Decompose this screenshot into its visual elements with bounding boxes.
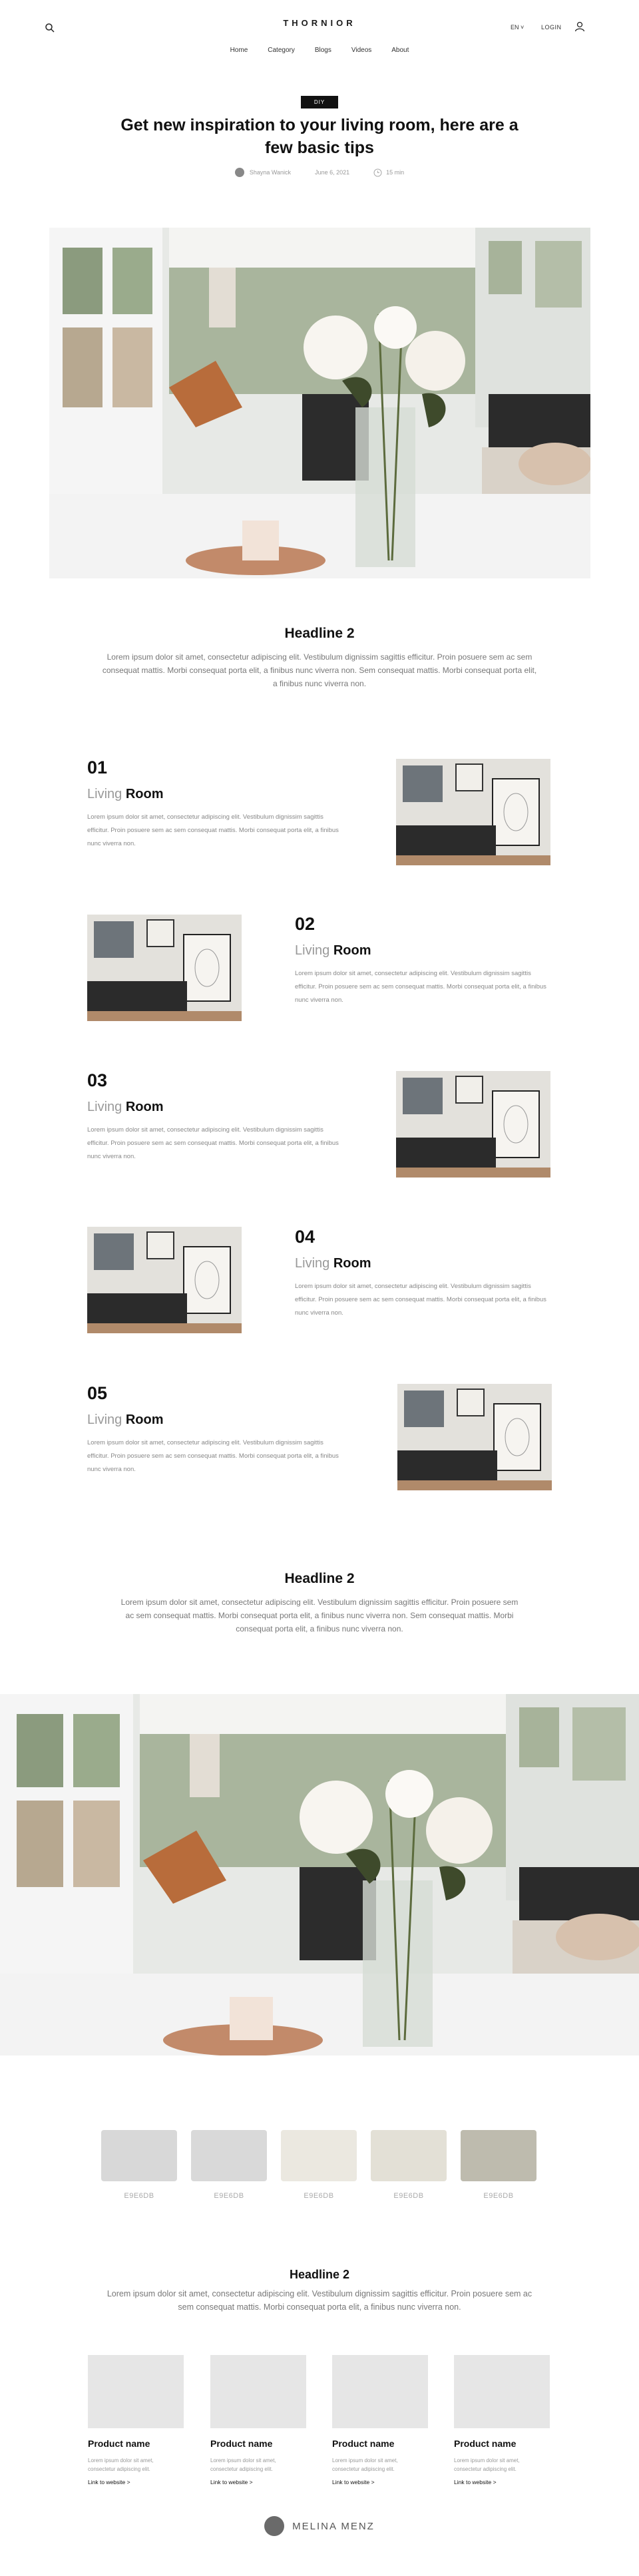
feature-title-bold: Room xyxy=(125,787,164,801)
hero-photo xyxy=(49,228,590,578)
feature-text: Lorem ipsum dolor sit amet, consectetur … xyxy=(295,1283,546,1317)
language-selector[interactable]: EN ˅ xyxy=(511,24,524,31)
product-image[interactable] xyxy=(454,2355,550,2428)
color-swatch xyxy=(371,2130,447,2181)
product-name: Product name xyxy=(332,2438,395,2449)
feature-image xyxy=(396,759,550,865)
feature-number: 02 xyxy=(295,914,316,934)
feature-number: 03 xyxy=(87,1070,108,1090)
author-name[interactable]: Shayna Wanick xyxy=(250,169,291,176)
color-swatch xyxy=(461,2130,536,2181)
product-name: Product name xyxy=(454,2438,517,2449)
product-link[interactable]: Link to website > xyxy=(88,2479,130,2485)
feature-image xyxy=(396,1071,550,1178)
swatch-label: E9E6DB xyxy=(483,2192,514,2200)
product-image[interactable] xyxy=(332,2355,428,2428)
read-time: 15 min xyxy=(386,169,405,176)
feature-title-light: Living xyxy=(87,1100,122,1114)
author-avatar xyxy=(264,2516,285,2536)
author-signature: MELINA MENZ xyxy=(0,2516,639,2536)
feature-title: Living Room xyxy=(87,787,164,802)
swatch-label: E9E6DB xyxy=(304,2192,334,2200)
feature-image xyxy=(87,915,242,1021)
product-description: Lorem ipsum dolor sit amet, consectetur … xyxy=(332,2458,398,2472)
product-name: Product name xyxy=(88,2438,150,2449)
feature-number: 01 xyxy=(87,757,108,777)
main-nav: Home Category Blogs Videos About xyxy=(0,47,639,54)
feature-title: Living Room xyxy=(295,1256,371,1271)
feature-text: Lorem ipsum dolor sit amet, consectetur … xyxy=(87,1126,339,1160)
nav-item-home[interactable]: Home xyxy=(230,47,248,54)
section-headline: Headline 2 xyxy=(284,1571,355,1586)
feature-text: Lorem ipsum dolor sit amet, consectetur … xyxy=(87,813,339,847)
product-description: Lorem ipsum dolor sit amet, consectetur … xyxy=(88,2458,154,2472)
product-image[interactable] xyxy=(88,2355,184,2428)
product-link[interactable]: Link to website > xyxy=(332,2479,375,2485)
nav-item-about[interactable]: About xyxy=(391,47,409,54)
swatch-label: E9E6DB xyxy=(124,2192,154,2200)
feature-title-bold: Room xyxy=(125,1100,164,1114)
swatch-label: E9E6DB xyxy=(214,2192,244,2200)
feature-image xyxy=(87,1227,242,1333)
product-link[interactable]: Link to website > xyxy=(210,2479,253,2485)
publish-date: June 6, 2021 xyxy=(315,169,350,176)
feature-title-light: Living xyxy=(87,787,122,801)
feature-title-bold: Room xyxy=(333,1256,371,1271)
product-description: Lorem ipsum dolor sit amet, consectetur … xyxy=(454,2458,520,2472)
feature-image xyxy=(397,1384,552,1490)
author-name[interactable]: MELINA MENZ xyxy=(292,2521,375,2532)
full-width-photo xyxy=(0,1694,639,2055)
color-swatch xyxy=(101,2130,177,2181)
feature-title-bold: Room xyxy=(125,1412,164,1427)
product-link[interactable]: Link to website > xyxy=(454,2479,497,2485)
feature-text: Lorem ipsum dolor sit amet, consectetur … xyxy=(87,1439,339,1473)
section-headline: Headline 2 xyxy=(284,626,355,641)
user-icon[interactable] xyxy=(574,21,586,33)
feature-title: Living Room xyxy=(87,1412,164,1428)
category-badge[interactable]: DIY xyxy=(301,96,338,108)
section-text: Lorem ipsum dolor sit amet, consectetur … xyxy=(102,652,537,688)
feature-title: Living Room xyxy=(295,943,371,959)
article-title: Get new inspiration to your living room,… xyxy=(120,116,519,157)
section-text: Lorem ipsum dolor sit amet, consectetur … xyxy=(120,1598,519,1633)
login-link[interactable]: LOGIN xyxy=(541,24,562,31)
feature-title: Living Room xyxy=(87,1100,164,1115)
article-meta: Shayna Wanick June 6, 2021 15 min xyxy=(0,168,639,177)
nav-item-category[interactable]: Category xyxy=(268,47,295,54)
feature-title-light: Living xyxy=(295,943,330,958)
nav-item-blogs[interactable]: Blogs xyxy=(315,47,331,54)
feature-text: Lorem ipsum dolor sit amet, consectetur … xyxy=(295,970,546,1004)
product-description: Lorem ipsum dolor sit amet, consectetur … xyxy=(210,2458,276,2472)
color-swatch xyxy=(191,2130,267,2181)
site-header: THORNIOR Home Category Blogs Videos Abou… xyxy=(0,0,639,67)
section-headline: Headline 2 xyxy=(289,2268,350,2281)
feature-title-bold: Room xyxy=(333,943,371,958)
clock-icon xyxy=(373,168,382,176)
feature-number: 05 xyxy=(87,1383,108,1403)
feature-title-light: Living xyxy=(87,1412,122,1427)
author-avatar xyxy=(234,168,244,177)
product-image[interactable] xyxy=(210,2355,306,2428)
product-name: Product name xyxy=(210,2438,273,2449)
nav-item-videos[interactable]: Videos xyxy=(351,47,371,54)
feature-number: 04 xyxy=(295,1227,316,1247)
feature-title-light: Living xyxy=(295,1256,330,1271)
color-swatch xyxy=(281,2130,357,2181)
swatch-label: E9E6DB xyxy=(393,2192,424,2200)
section-text: Lorem ipsum dolor sit amet, consectetur … xyxy=(106,2289,532,2312)
